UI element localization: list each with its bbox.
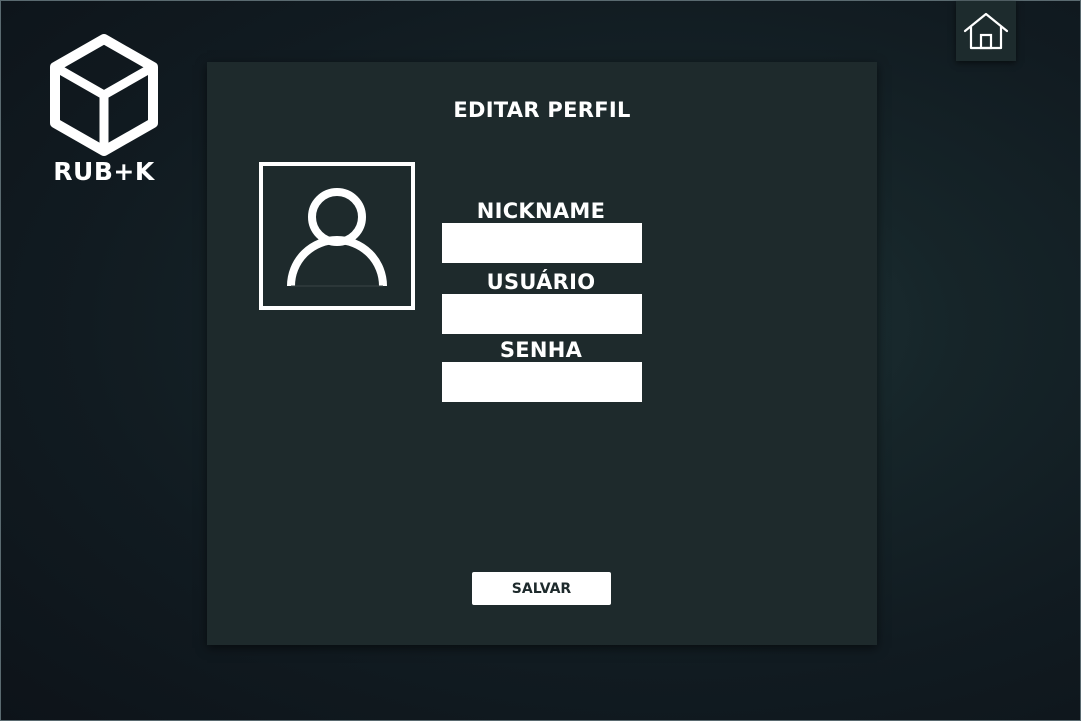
user-icon <box>287 188 387 287</box>
home-icon <box>963 12 1009 50</box>
page-title: EDITAR PERFIL <box>453 98 631 122</box>
nickname-input[interactable] <box>442 223 642 263</box>
avatar[interactable] <box>259 162 415 310</box>
senha-label: SENHA <box>499 338 583 362</box>
usuario-input[interactable] <box>442 294 642 334</box>
rubik-logo: RUB+K <box>47 33 161 193</box>
logo-text: RUB+K <box>53 157 155 186</box>
cube-icon <box>50 34 158 156</box>
nickname-label: NICKNAME <box>476 199 606 223</box>
edit-profile-panel: EDITAR PERFIL NICKNAME USUÁRIO SENHA SAL… <box>207 62 877 645</box>
save-button[interactable]: SALVAR <box>472 572 611 605</box>
usuario-label: USUÁRIO <box>486 270 596 294</box>
home-button[interactable] <box>956 1 1016 61</box>
senha-input[interactable] <box>442 362 642 402</box>
